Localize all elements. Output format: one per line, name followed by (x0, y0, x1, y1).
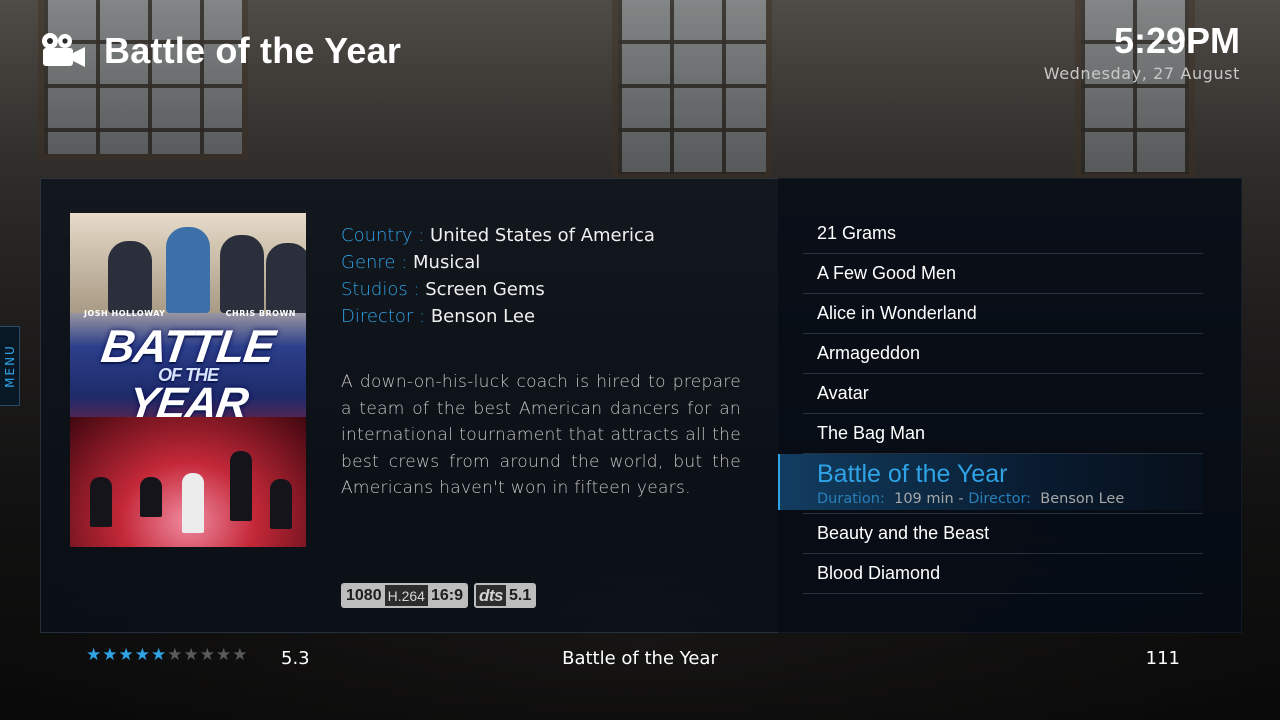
list-item[interactable]: Blood Diamond (803, 554, 1203, 594)
detail-label: Genre : (341, 252, 408, 273)
list-item[interactable]: 21 Grams (803, 214, 1203, 254)
plot-summary: A down-on-his-luck coach is hired to pre… (341, 372, 741, 498)
aspect-flag: 16:9 (427, 585, 466, 606)
list-item-title: Battle of the Year (817, 460, 1008, 488)
side-menu-label: MENU (2, 344, 17, 388)
poster-actor-left: JOSH HOLLOWAY (84, 309, 166, 318)
audio-codec-flag: dts (475, 585, 506, 606)
detail-value: United States of America (430, 225, 655, 246)
video-flag: 1080 H.264 16:9 (341, 583, 468, 608)
movie-camera-icon (42, 33, 85, 67)
detail-label: Director : (341, 306, 426, 327)
meta-separator: - (958, 491, 964, 507)
date: Wednesday, 27 August (1043, 64, 1240, 83)
list-item[interactable]: A Few Good Men (803, 254, 1203, 294)
list-item-title: A Few Good Men (817, 263, 957, 283)
side-menu-tab[interactable]: MENU (0, 326, 20, 406)
detail-studios: Studios : Screen Gems (341, 276, 655, 303)
movie-list: 21 Grams A Few Good Men Alice in Wonderl… (803, 214, 1203, 594)
list-item[interactable]: Armageddon (803, 334, 1203, 374)
detail-genre: Genre : Musical (341, 249, 655, 276)
audio-flag: dts 5.1 (473, 583, 537, 608)
detail-label: Country : (341, 225, 425, 246)
duration-label: Duration: (817, 491, 885, 507)
list-item-selected[interactable]: Battle of the Year Duration: 109 min - D… (803, 454, 1203, 514)
poster-stage-art (70, 417, 306, 547)
list-item-title: Armageddon (817, 343, 921, 363)
list-item-title: 21 Grams (817, 223, 897, 243)
clock: 5:29PM (1113, 20, 1240, 61)
list-item-title: Beauty and the Beast (817, 523, 990, 543)
list-item-title: Alice in Wonderland (817, 303, 977, 323)
resolution-flag: 1080 (343, 585, 385, 606)
poster-actor-right: CHRIS BROWN (225, 309, 296, 318)
media-flags: 1080 H.264 16:9 dts 5.1 (341, 583, 537, 608)
item-count: 111 (1145, 648, 1180, 669)
list-item-meta: Duration: 109 min - Director: Benson Lee (817, 491, 1124, 507)
list-item[interactable]: Avatar (803, 374, 1203, 414)
director-label: Director: (968, 491, 1032, 507)
detail-director: Director : Benson Lee (341, 303, 655, 330)
list-item[interactable]: The Bag Man (803, 414, 1203, 454)
channels-flag: 5.1 (505, 585, 535, 606)
poster-cast-art (70, 213, 306, 313)
detail-label: Studios : (341, 279, 420, 300)
movie-poster: JOSH HOLLOWAY CHRIS BROWN BATTLE OF THE … (70, 213, 306, 547)
detail-value: Musical (413, 252, 481, 273)
list-item-title: The Bag Man (817, 423, 926, 443)
detail-country: Country : United States of America (341, 222, 655, 249)
movie-details: Country : United States of America Genre… (341, 222, 655, 330)
detail-value: Benson Lee (430, 306, 536, 327)
list-item-title: Avatar (817, 383, 869, 403)
list-item-title: Blood Diamond (817, 563, 941, 583)
page-title: Battle of the Year (104, 30, 402, 71)
detail-value: Screen Gems (425, 279, 545, 300)
duration-value: 109 min (894, 491, 954, 507)
poster-actor-names: JOSH HOLLOWAY CHRIS BROWN (84, 309, 296, 318)
list-item[interactable]: Alice in Wonderland (803, 294, 1203, 334)
footer-title: Battle of the Year (562, 648, 718, 669)
codec-flag: H.264 (384, 585, 428, 606)
director-value: Benson Lee (1040, 491, 1125, 507)
list-item[interactable]: Beauty and the Beast (803, 514, 1203, 554)
